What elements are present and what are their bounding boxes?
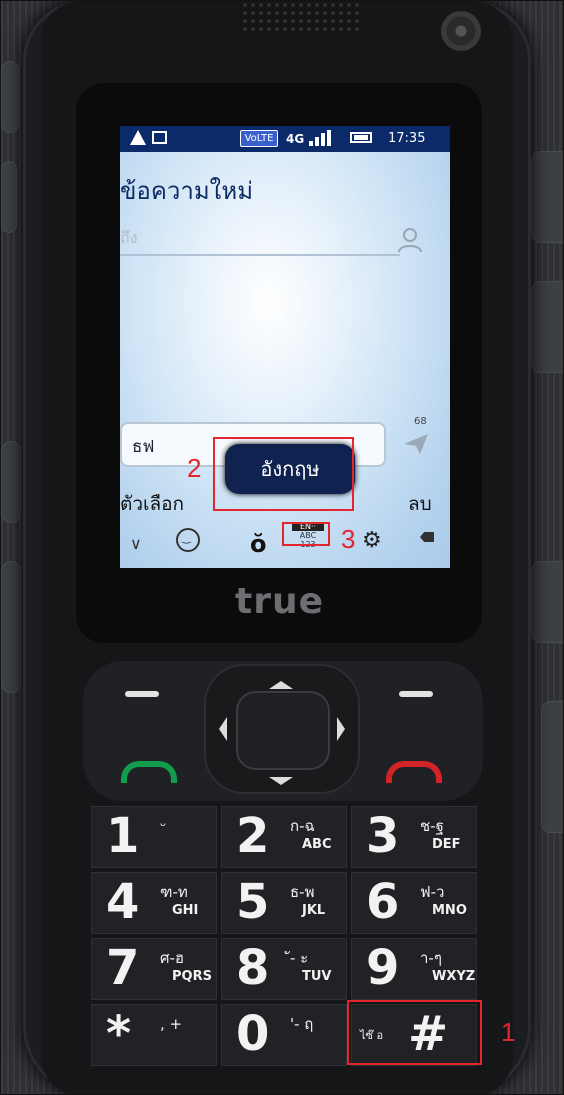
key-1[interactable]: 1ᵕ	[91, 806, 217, 868]
key-number: 8	[236, 940, 270, 996]
key-8[interactable]: 8ั- ะ TUV	[221, 938, 347, 1000]
key-letters: า-ๆ	[420, 949, 442, 967]
background-keyboard-key	[1, 561, 21, 693]
annotation-number-1: 1	[501, 1017, 516, 1047]
char-count: 68	[414, 416, 427, 427]
key-star[interactable]: * , +	[91, 1004, 217, 1066]
background-keyboard-key	[531, 281, 563, 373]
key-number: 7	[106, 940, 140, 996]
voice-input-icon[interactable]: ŏ	[250, 530, 267, 558]
chevron-down-icon[interactable]: ∨	[130, 534, 142, 553]
key-number: 1	[106, 808, 140, 864]
key-number: 2	[236, 808, 270, 864]
front-camera	[441, 11, 481, 51]
message-text: ธฟ	[132, 437, 155, 457]
end-call-button[interactable]	[386, 761, 442, 783]
key-latin: DEF	[432, 837, 461, 852]
key-number: 5	[236, 874, 270, 930]
right-softkey[interactable]	[399, 691, 433, 697]
key-letters: ศ-ฮ	[160, 949, 185, 967]
clock: 17:35	[388, 131, 426, 146]
key-latin: TUV	[302, 969, 332, 984]
page-title: ข้อความใหม่	[120, 177, 254, 205]
backspace-icon[interactable]	[420, 532, 434, 542]
key-number: 3	[366, 808, 400, 864]
key-latin: WXYZ	[432, 969, 476, 984]
call-button[interactable]	[121, 761, 177, 783]
annotation-box-1	[347, 1000, 482, 1065]
key-number: *	[106, 1006, 132, 1062]
warning-icon	[130, 130, 146, 145]
key-3[interactable]: 3 ช-ฐ DEF	[351, 806, 477, 868]
photo-frame: VoLTE 4G 17:35 ข้อความใหม่ ถึง ธฟ 68 อัง…	[0, 0, 564, 1095]
add-contact-icon[interactable]	[396, 226, 424, 254]
volte-badge: VoLTE	[240, 130, 278, 147]
key-number: 4	[106, 874, 140, 930]
gear-icon[interactable]: ⚙	[362, 528, 382, 553]
key-letters: ᵕ	[160, 817, 167, 835]
key-number: 9	[366, 940, 400, 996]
signal-icon	[309, 130, 333, 146]
options-softkey-label[interactable]: ตัวเลือก	[120, 489, 184, 519]
key-5[interactable]: 5 ธ-พ JKL	[221, 872, 347, 934]
image-icon	[152, 131, 167, 144]
key-letters: '- ฤ	[290, 1015, 314, 1033]
dpad-center-button[interactable]	[236, 691, 330, 770]
key-latin: ABC	[302, 837, 332, 852]
key-number: 0	[236, 1006, 270, 1062]
arrow-right-icon[interactable]	[337, 717, 345, 741]
key-0[interactable]: 0 '- ฤ	[221, 1004, 347, 1066]
key-letters: ฟ-ว	[420, 883, 445, 901]
key-letters: ก-ฉ	[290, 817, 315, 835]
key-letters: ธ-พ	[290, 883, 315, 901]
delete-softkey-label[interactable]: ลบ	[408, 489, 432, 519]
background-keyboard-key	[1, 161, 17, 233]
send-icon[interactable]	[402, 432, 430, 456]
status-bar: VoLTE 4G 17:35	[120, 126, 450, 152]
annotation-box-2	[213, 437, 354, 511]
battery-icon	[350, 132, 372, 143]
key-latin: GHI	[172, 903, 199, 918]
recipient-field[interactable]: ถึง	[120, 226, 138, 251]
key-7[interactable]: 7 ศ-ฮ PQRS	[91, 938, 217, 1000]
annotation-box-3	[282, 522, 330, 546]
arrow-down-icon[interactable]	[269, 777, 293, 785]
arrow-up-icon[interactable]	[269, 681, 293, 689]
annotation-number-3: 3	[341, 524, 356, 554]
key-latin: PQRS	[172, 969, 212, 984]
key-letters: ฑ-ท	[160, 883, 188, 901]
key-number: 6	[366, 874, 400, 930]
speaker-grille	[241, 1, 361, 33]
brand-logo: true	[235, 581, 325, 622]
background-keyboard-key	[1, 441, 21, 523]
key-6[interactable]: 6 ฟ-ว MNO	[351, 872, 477, 934]
key-latin: JKL	[302, 903, 326, 918]
network-type: 4G	[286, 132, 305, 146]
left-softkey[interactable]	[125, 691, 159, 697]
key-9[interactable]: 9 า-ๆ WXYZ	[351, 938, 477, 1000]
background-keyboard-key	[1, 61, 19, 133]
emoji-icon[interactable]	[176, 528, 200, 552]
annotation-number-2: 2	[187, 453, 202, 483]
background-keyboard-key	[531, 151, 563, 243]
key-4[interactable]: 4 ฑ-ท GHI	[91, 872, 217, 934]
key-2[interactable]: 2 ก-ฉ ABC	[221, 806, 347, 868]
key-letters: ช-ฐ	[420, 817, 444, 835]
key-latin: MNO	[432, 903, 467, 918]
arrow-left-icon[interactable]	[219, 717, 227, 741]
key-letters: ั- ะ	[290, 949, 309, 967]
background-keyboard-key	[531, 561, 563, 643]
key-letters: , +	[160, 1015, 183, 1033]
background-keyboard-key	[541, 701, 563, 833]
recipient-underline	[120, 254, 400, 256]
